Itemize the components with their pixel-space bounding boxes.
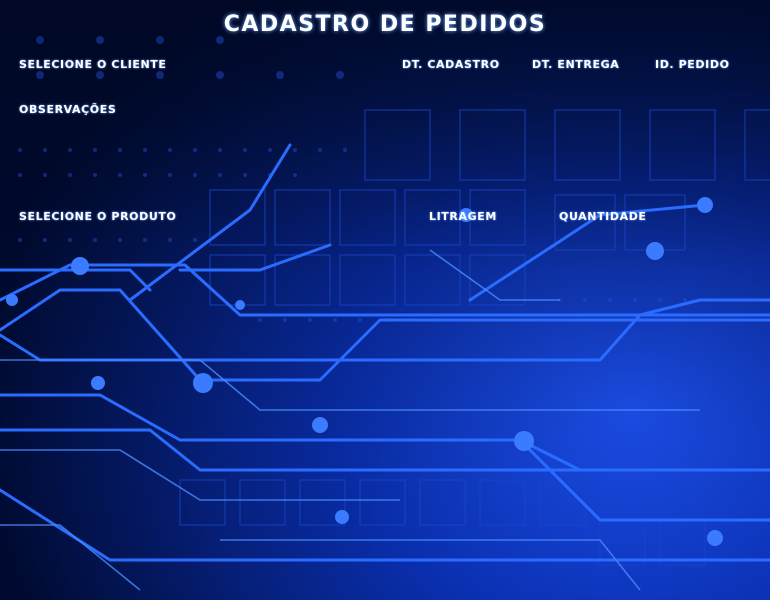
- circuit-background: [0, 0, 770, 600]
- label-select-client: Selecione o Cliente: [19, 58, 167, 71]
- page-title: Cadastro de Pedidos: [223, 12, 547, 37]
- label-dt-cadastro: Dt. Cadastro: [402, 58, 500, 71]
- label-quantidade: Quantidade: [559, 210, 647, 223]
- label-dt-entrega: Dt. Entrega: [532, 58, 620, 71]
- label-observacoes: Observações: [19, 103, 117, 116]
- label-select-product: Selecione o Produto: [19, 210, 177, 223]
- label-id-pedido: Id. Pedido: [655, 58, 730, 71]
- label-litragem: Litragem: [429, 210, 497, 223]
